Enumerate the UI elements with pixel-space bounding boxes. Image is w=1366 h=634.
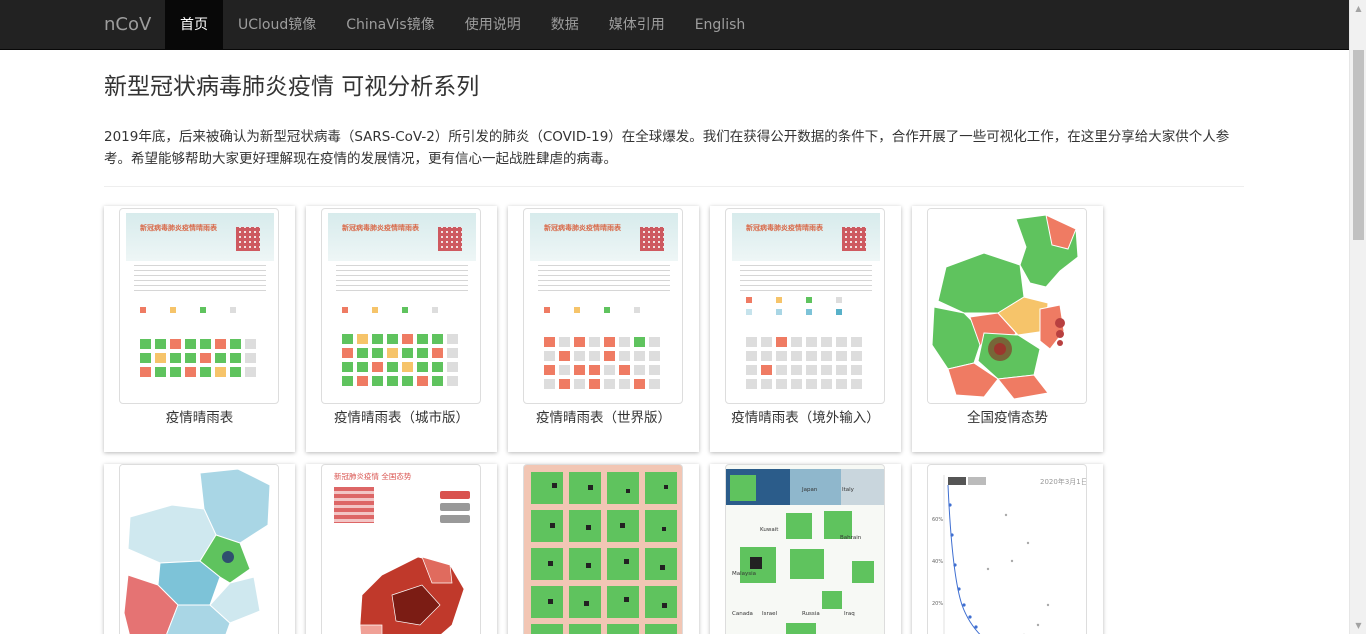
thumbnail-text bbox=[538, 265, 670, 295]
thumbnail-legend bbox=[746, 297, 842, 303]
country-label: Italy bbox=[842, 487, 854, 493]
thumbnail-cell bbox=[786, 513, 812, 539]
nav-item-data[interactable]: 数据 bbox=[536, 0, 594, 50]
thumbnail-title: 新冠病毒肺炎疫情晴雨表 bbox=[342, 224, 419, 232]
qr-code-icon bbox=[640, 227, 664, 251]
card-trend-scatter[interactable]: 2020年3月1日 60% 40% 20% bbox=[912, 464, 1103, 634]
scroll-thumb[interactable] bbox=[1353, 50, 1364, 240]
thumbnail-text bbox=[740, 265, 872, 295]
card-thumbnail: 2020年3月1日 60% 40% 20% bbox=[927, 464, 1087, 634]
card-weather-barometer[interactable]: 新冠病毒肺炎疫情晴雨表 疫情晴雨表 bbox=[104, 206, 295, 452]
country-label: Bahrain bbox=[840, 535, 862, 541]
thumbnail-cell-dot bbox=[750, 557, 762, 569]
thumbnail-cell bbox=[790, 549, 824, 579]
card-national-situation-2[interactable]: 新冠肺炎疫情 全国态势 bbox=[306, 464, 497, 634]
card-caption[interactable]: 疫情晴雨表 bbox=[104, 406, 295, 426]
thumbnail-text bbox=[336, 265, 468, 295]
thumbnail-title: 新冠病毒肺炎疫情晴雨表 bbox=[544, 224, 621, 232]
nav-item-english[interactable]: English bbox=[680, 0, 761, 50]
country-label: Kuwait bbox=[760, 527, 779, 533]
thumbnail-grid bbox=[140, 339, 258, 377]
thumbnail-grid bbox=[342, 334, 460, 386]
thumbnail-grid bbox=[544, 337, 662, 389]
china-map-icon bbox=[928, 209, 1086, 403]
thumbnail-cell bbox=[786, 623, 816, 634]
thumbnail-cell bbox=[730, 475, 756, 501]
thumbnail-cell bbox=[822, 591, 842, 609]
card-map-blue[interactable] bbox=[104, 464, 295, 634]
card-weather-barometer-world[interactable]: 新冠病毒肺炎疫情晴雨表 疫情晴雨表（世界版） bbox=[508, 206, 699, 452]
card-thumbnail: 新冠病毒肺炎疫情晴雨表 bbox=[119, 208, 279, 404]
nav-item-ucloud[interactable]: UCloud镜像 bbox=[223, 0, 331, 50]
thumbnail-legend bbox=[342, 307, 438, 313]
country-label: Russia bbox=[802, 611, 820, 617]
card-weather-barometer-imported[interactable]: 新冠病毒肺炎疫情晴雨表 疫情晴雨表（境外输入） bbox=[710, 206, 901, 452]
country-label: Iraq bbox=[844, 611, 855, 617]
thumbnail-legend bbox=[140, 307, 236, 313]
card-thumbnail: 新冠病毒肺炎疫情晴雨表 bbox=[321, 208, 481, 404]
card-caption[interactable]: 疫情晴雨表（世界版） bbox=[508, 406, 699, 426]
thumbnail-cell bbox=[852, 561, 874, 583]
trend-scatter-chart bbox=[943, 475, 1050, 634]
nav-item-usage[interactable]: 使用说明 bbox=[450, 0, 536, 50]
nav-item-media[interactable]: 媒体引用 bbox=[594, 0, 680, 50]
qr-code-icon bbox=[842, 227, 866, 251]
china-map-blue-icon bbox=[120, 465, 278, 634]
thumbnail-legend bbox=[544, 307, 640, 313]
thumbnail-title: 新冠病毒肺炎疫情晴雨表 bbox=[746, 224, 823, 232]
country-label: Israel bbox=[762, 611, 778, 617]
scroll-up-arrow-icon[interactable]: ▲ bbox=[1350, 0, 1366, 17]
country-label: Japan bbox=[802, 487, 818, 493]
country-label: Malaysia bbox=[732, 571, 757, 577]
thumbnail-text bbox=[134, 265, 266, 295]
thumbnail-title: 新冠病毒肺炎疫情晴雨表 bbox=[140, 224, 217, 232]
thumbnail-grid bbox=[746, 337, 864, 389]
divider bbox=[104, 186, 1244, 187]
card-thumbnail: 新冠病毒肺炎疫情晴雨表 bbox=[523, 208, 683, 404]
intro-paragraph: 2019年底，后来被确认为新型冠状病毒（SARS-CoV-2）所引发的肺炎（CO… bbox=[104, 129, 1230, 167]
card-thumbnail: 新冠肺炎疫情 全国态势 bbox=[321, 464, 481, 634]
province-grid-chart bbox=[529, 470, 679, 634]
card-caption[interactable]: 疫情晴雨表（城市版） bbox=[306, 406, 497, 426]
card-thumbnail bbox=[927, 208, 1087, 404]
page-scrollbar[interactable]: ▲ ▼ bbox=[1349, 0, 1366, 634]
main-nav: 首页 UCloud镜像 ChinaVis镜像 使用说明 数据 媒体引用 Engl… bbox=[165, 0, 760, 50]
card-thumbnail: 新冠病毒肺炎疫情晴雨表 bbox=[725, 208, 885, 404]
qr-code-icon bbox=[438, 227, 462, 251]
card-world-grid[interactable]: Japan Italy Kuwait Bahrain Malaysia Cana… bbox=[710, 464, 901, 634]
card-caption[interactable]: 全国疫情态势 bbox=[912, 406, 1103, 426]
nav-item-chinavis[interactable]: ChinaVis镜像 bbox=[331, 0, 449, 50]
brand-logo[interactable]: nCoV bbox=[104, 0, 151, 50]
card-caption[interactable]: 疫情晴雨表（境外输入） bbox=[710, 406, 901, 426]
card-thumbnail bbox=[523, 464, 683, 634]
page-title: 新型冠状病毒肺炎疫情 可视分析系列 bbox=[104, 74, 480, 100]
card-thumbnail bbox=[119, 464, 279, 634]
scroll-down-arrow-icon[interactable]: ▼ bbox=[1350, 617, 1366, 634]
country-label: Canada bbox=[732, 611, 753, 617]
card-province-grid[interactable] bbox=[508, 464, 699, 634]
card-national-situation[interactable]: 全国疫情态势 bbox=[912, 206, 1103, 452]
china-map-red-icon bbox=[359, 556, 465, 634]
card-weather-barometer-city[interactable]: 新冠病毒肺炎疫情晴雨表 疫情晴雨表（城市版） bbox=[306, 206, 497, 452]
qr-code-icon bbox=[236, 227, 260, 251]
thumbnail-legend-imported bbox=[746, 309, 842, 315]
top-navbar: nCoV 首页 UCloud镜像 ChinaVis镜像 使用说明 数据 媒体引用… bbox=[0, 0, 1366, 50]
card-thumbnail: Japan Italy Kuwait Bahrain Malaysia Cana… bbox=[725, 464, 885, 634]
nav-item-home[interactable]: 首页 bbox=[165, 0, 223, 50]
